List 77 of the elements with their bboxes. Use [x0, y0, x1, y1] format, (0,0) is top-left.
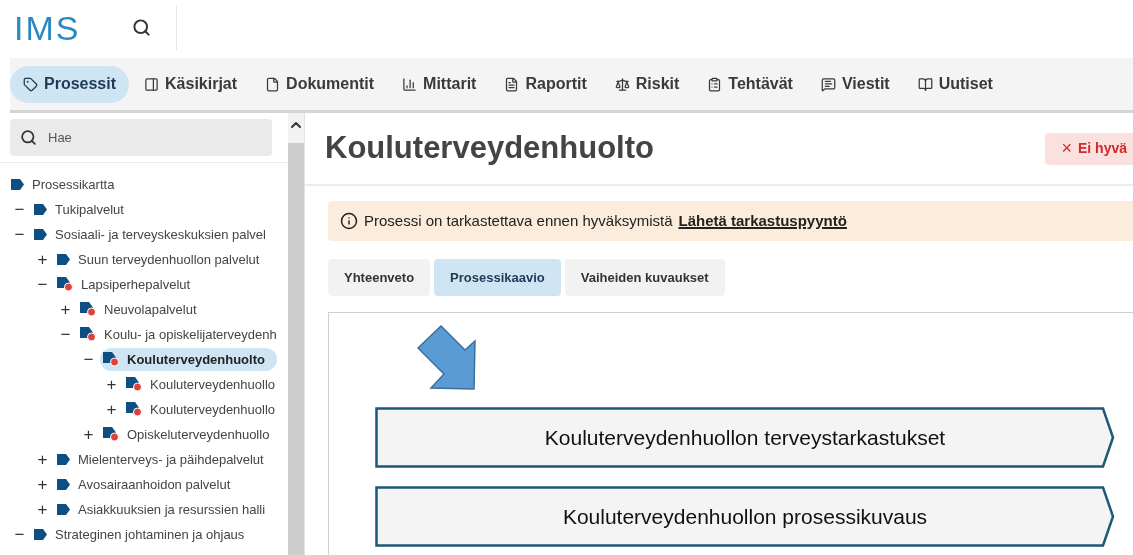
nav-tab[interactable]: Riskit — [601, 65, 693, 103]
flagged-node-icon — [102, 352, 120, 367]
node-icon — [33, 229, 48, 240]
node-icon — [33, 529, 48, 540]
review-link[interactable]: Lähetä tarkastuspyyntö — [678, 209, 847, 233]
tree-item[interactable]: Suun terveydenhuollon palvelut — [54, 248, 272, 271]
bar-chart-icon — [402, 76, 418, 92]
flagged-node-icon — [79, 327, 97, 342]
document-icon — [504, 76, 520, 92]
nav-tab[interactable]: Tehtävät — [694, 65, 806, 103]
info-icon — [340, 212, 358, 230]
node-icon — [10, 179, 25, 190]
flagged-node-icon — [56, 277, 74, 292]
tree-item[interactable]: Lapsiperhepalvelut — [54, 273, 203, 296]
tree-item[interactable]: Avosairaanhoidon palvelut — [54, 473, 243, 496]
node-icon — [56, 479, 71, 490]
tree-item[interactable]: Prosessikartta — [8, 173, 127, 196]
tree-toggle[interactable]: − — [14, 526, 25, 543]
nav-tab[interactable]: Viestit — [807, 65, 903, 103]
tree-item[interactable]: Kouluterveydenhuollo — [123, 373, 288, 396]
scrollbar[interactable] — [288, 113, 304, 555]
tree-toggle[interactable]: + — [106, 376, 117, 393]
page-title: Kouluterveydenhuolto — [325, 129, 654, 168]
tree-toggle[interactable]: − — [14, 201, 25, 218]
tree-item[interactable]: Mielenterveys- ja päihdepalvelut — [54, 448, 276, 471]
tree-toggle[interactable]: + — [83, 426, 94, 443]
nav-tab[interactable]: Raportit — [491, 65, 600, 103]
nav-tab[interactable]: Uutiset — [904, 65, 1006, 103]
node-icon — [56, 254, 71, 265]
search-icon — [20, 129, 37, 146]
tree-item[interactable]: Asiakkuuksien ja resurssien halli — [54, 498, 278, 521]
tree-toggle[interactable]: − — [83, 351, 94, 368]
file-icon — [265, 76, 281, 92]
tree-item[interactable]: Kouluterveydenhuollo — [123, 398, 288, 421]
tree-item[interactable]: Sosiaali- ja terveyskeskuksien palvel — [31, 223, 278, 246]
process-step[interactable]: Kouluterveydenhuollon terveystarkastukset — [375, 407, 1115, 468]
process-step[interactable]: Kouluterveydenhuollon prosessikuvaus — [375, 486, 1115, 547]
tree-item[interactable]: Strateginen johtaminen ja ohjaus — [31, 523, 257, 546]
nav-tab[interactable]: Dokumentit — [252, 65, 388, 103]
nav-tab[interactable]: Mittarit — [389, 65, 490, 103]
tree-toggle[interactable]: + — [37, 251, 48, 268]
notice-text: Prosessi on tarkastettava ennen hyväksymistä — [364, 210, 673, 231]
flagged-node-icon — [102, 427, 120, 442]
tree-toggle[interactable]: − — [14, 226, 25, 243]
book-icon — [917, 76, 933, 92]
tree-item[interactable]: Opiskeluterveydenhuollo — [100, 423, 282, 446]
tree-item[interactable]: Koulu- ja opiskelijaterveydenh — [77, 323, 288, 346]
flagged-node-icon — [79, 302, 97, 317]
scale-icon — [614, 76, 630, 92]
tree-item[interactable]: Neuvolapalvelut — [77, 298, 209, 321]
flagged-node-icon — [125, 377, 143, 392]
status-button[interactable]: × Ei hyvä — [1045, 132, 1133, 165]
tree-toggle[interactable]: + — [37, 501, 48, 518]
tree-item[interactable]: Tukipalvelut — [31, 198, 136, 221]
tree-toggle[interactable]: + — [37, 451, 48, 468]
tree-toggle[interactable]: + — [60, 301, 71, 318]
node-icon — [33, 204, 48, 215]
tree-toggle[interactable]: + — [106, 401, 117, 418]
nav-tab[interactable]: Prosessit — [10, 65, 130, 103]
flagged-node-icon — [125, 402, 143, 417]
tree-toggle[interactable]: − — [60, 326, 71, 343]
tree-item[interactable]: Kouluterveydenhuolto — [100, 348, 277, 371]
logo[interactable]: IMS — [14, 10, 81, 45]
clipboard-icon — [707, 76, 723, 92]
search-icon[interactable] — [132, 18, 152, 37]
search-field[interactable]: Hae — [10, 119, 272, 156]
panel-icon — [144, 76, 160, 92]
node-icon — [56, 454, 71, 465]
nav-tab[interactable]: Käsikirjat — [131, 65, 251, 103]
message-icon — [820, 76, 836, 92]
tag-icon — [23, 76, 38, 92]
tree-toggle[interactable]: − — [37, 276, 48, 293]
tree-toggle[interactable]: + — [37, 476, 48, 493]
tab[interactable]: Prosessikaavio — [434, 259, 561, 296]
node-icon — [56, 504, 71, 515]
tab[interactable]: Vaiheiden kuvaukset — [564, 259, 725, 296]
tab[interactable]: Yhteenveto — [328, 259, 431, 296]
